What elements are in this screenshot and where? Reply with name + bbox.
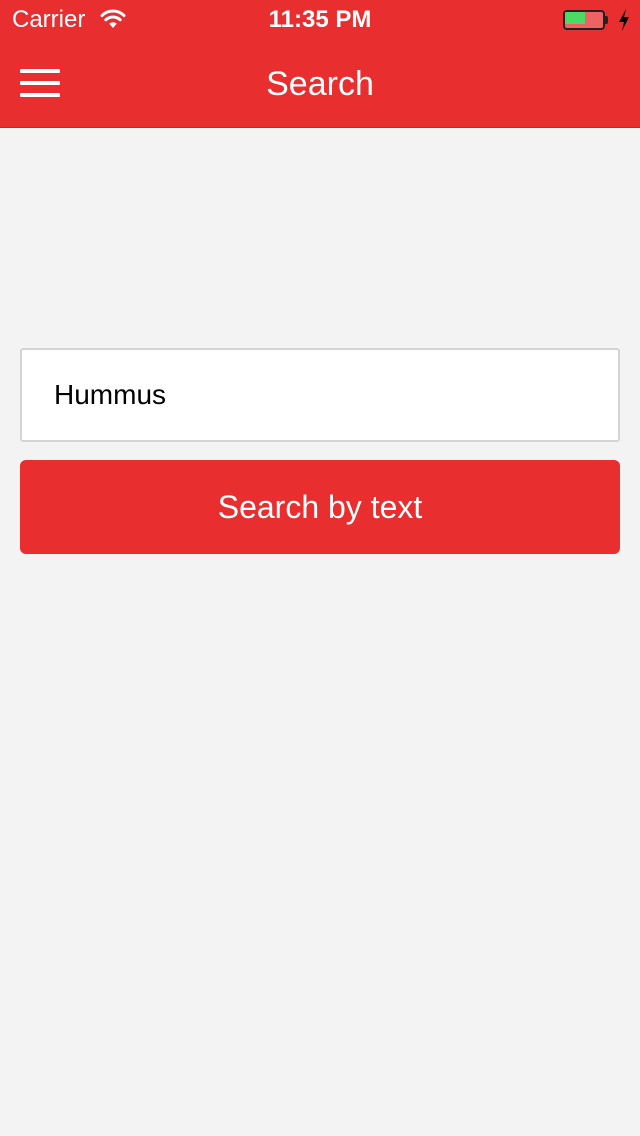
status-bar: Carrier 11:35 PM [0, 0, 640, 40]
charging-bolt-icon [619, 9, 629, 31]
battery-icon [563, 10, 609, 30]
navigation-header: Carrier 11:35 PM Search [0, 0, 640, 128]
battery-level-fill [565, 12, 585, 24]
search-by-text-button[interactable]: Search by text [20, 460, 620, 554]
status-time: 11:35 PM [268, 6, 372, 33]
search-input[interactable] [20, 348, 620, 442]
page-title: Search [266, 65, 374, 103]
